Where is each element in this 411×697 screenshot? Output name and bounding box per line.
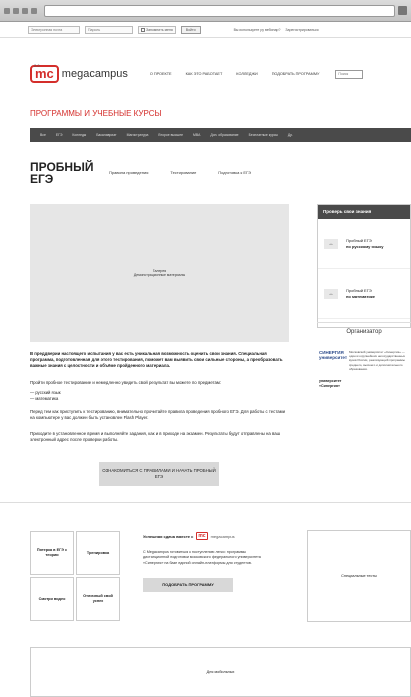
- video-placeholder[interactable]: Галерея Демонстрационные материалы: [30, 204, 289, 342]
- login-bar: Запомнить меня Войти Вы используете ру в…: [0, 22, 411, 38]
- about-block: Успешная сдача вместе с mc megacampus С …: [143, 532, 263, 592]
- page-title-line2: ЕГЭ: [30, 172, 54, 186]
- about-text: С Megacampus готовиться к поступлению ле…: [143, 550, 261, 565]
- category-item[interactable]: Второе высшее: [158, 133, 183, 137]
- page-title: ПРОБНЫЙ ЕГЭ: [30, 161, 93, 185]
- about-heading-text: Успешная сдача вместе с: [143, 533, 194, 539]
- section-title: ПРОГРАММЫ И УЧЕБНЫЕ КУРСЫ: [30, 109, 162, 118]
- subjects-list: — русский язык — математика: [30, 390, 288, 402]
- password-field[interactable]: [85, 25, 133, 34]
- mobile-box[interactable]: Для мобильных: [30, 647, 411, 697]
- sidebar-item-line2: по русскому языку: [346, 243, 384, 249]
- subnav-testing[interactable]: Тестирование: [170, 170, 196, 175]
- category-item[interactable]: Доп. образование: [210, 133, 238, 137]
- site-header: 2.0 mc megacampus О проекте Как это работ…: [30, 60, 411, 88]
- video-caption-2: Демонстрационные материалы: [133, 273, 186, 277]
- login-button[interactable]: Войти: [180, 25, 201, 34]
- logo-version: 2.0: [34, 63, 40, 68]
- home-icon[interactable]: [31, 7, 37, 14]
- nav-item-colleges[interactable]: Колледжи: [236, 72, 257, 76]
- special-tests-box[interactable]: Специальные тесты: [307, 530, 411, 622]
- choose-program-button[interactable]: ПОДОБРАТЬ ПРОГРАММУ: [143, 577, 233, 592]
- category-item[interactable]: MBA: [193, 133, 200, 137]
- sidebar-item-line2: по математике: [346, 293, 376, 299]
- section-divider: [0, 502, 411, 503]
- category-item[interactable]: Магистратура: [127, 133, 149, 137]
- about-heading: Успешная сдача вместе с mc megacampus: [143, 532, 263, 540]
- category-item[interactable]: Бесплатные курсы: [249, 133, 278, 137]
- arrow-icon: ↔: [324, 288, 338, 299]
- search-icon[interactable]: [398, 6, 407, 15]
- forward-icon[interactable]: [13, 7, 19, 14]
- remember-checkbox[interactable]: Запомнить меня: [138, 25, 176, 34]
- nav-item-choose[interactable]: Подобрать программу: [272, 72, 320, 76]
- back-icon[interactable]: [4, 7, 10, 14]
- remember-label: Запомнить меня: [146, 27, 173, 32]
- category-item[interactable]: Колледж: [72, 133, 86, 137]
- subject-item-label: русский язык: [35, 390, 61, 395]
- email-field[interactable]: [28, 25, 80, 34]
- sidebar-item-russian[interactable]: ↔ Пробный ЕГЭ по русскому языку: [318, 219, 410, 269]
- subject-item: — математика: [30, 396, 59, 401]
- start-test-button[interactable]: ОЗНАКОМИТЬСЯ С ПРАВИЛАМИ И НАЧАТЬ ПРОБНЫ…: [99, 462, 219, 486]
- logo-mark: 2.0 mc: [30, 63, 59, 83]
- category-bar: Все ЕГЭ Колледж Бакалавриат Магистратура…: [30, 128, 411, 142]
- test-sidebar: Проверь свои знания ↔ Пробный ЕГЭ по русс…: [317, 204, 411, 328]
- main-nav: О проекте Как это работает Колледжи Подо…: [150, 72, 320, 76]
- subnav-prep[interactable]: Подготовка к ЕГЭ: [218, 170, 251, 175]
- register-link[interactable]: Зарегистрироваться: [285, 28, 318, 32]
- logo-text: megacampus: [61, 68, 128, 80]
- forgot-link[interactable]: Вы используете ру вебинар?: [234, 28, 281, 32]
- rules-paragraph: Перед тем как приступить к тестированию,…: [30, 409, 285, 421]
- page-subnav: Правила проведения Тестирование Подготов…: [109, 170, 251, 175]
- category-item[interactable]: Др.: [288, 133, 293, 137]
- subject-item-label: математика: [35, 396, 59, 401]
- category-item[interactable]: Все: [40, 133, 46, 137]
- mini-logo: mc: [196, 532, 208, 540]
- feature-grid: Пятерка в ЕГЭ с теории Тренировка Смотри…: [30, 531, 120, 621]
- arrow-icon: ↔: [324, 238, 338, 249]
- organizer-label: университет «Синергия»: [319, 379, 342, 388]
- organizer-block: СИНЕРГИЯ университет Московский универси…: [319, 350, 409, 371]
- feature-cell[interactable]: Отличный свой успех: [76, 577, 120, 621]
- browser-chrome: [0, 0, 411, 22]
- sidebar-header: Проверь свои знания: [318, 205, 410, 219]
- subnav-rules[interactable]: Правила проведения: [109, 170, 148, 175]
- logo[interactable]: 2.0 mc megacampus: [30, 63, 128, 83]
- nav-item-how[interactable]: Как это работает: [186, 72, 223, 76]
- organizer-logo[interactable]: СИНЕРГИЯ университет: [319, 350, 347, 371]
- sidebar-item-line1: Пробный ЕГЭ: [346, 288, 372, 293]
- intro-paragraph: В преддверии настоящего испытания у вас …: [30, 351, 283, 369]
- organizer-description: Московский университет «Синергия» — один…: [349, 350, 405, 371]
- nav-item-about[interactable]: О проекте: [150, 72, 172, 76]
- feature-cell[interactable]: Тренировка: [76, 531, 120, 575]
- mini-brand: megacampus: [210, 533, 235, 539]
- category-item[interactable]: ЕГЭ: [56, 133, 63, 137]
- address-bar[interactable]: [44, 4, 395, 17]
- reload-icon[interactable]: [22, 7, 28, 14]
- search-input[interactable]: [335, 69, 364, 79]
- sidebar-item-text: Пробный ЕГЭ по математике: [346, 288, 375, 299]
- subjects-intro: Пройти пробное тестирование и немедленно…: [30, 380, 222, 385]
- checkbox-icon: [141, 27, 145, 32]
- schedule-paragraph: Приходите в установленное время и выполн…: [30, 431, 281, 443]
- feature-cell[interactable]: Пятерка в ЕГЭ с теории: [30, 531, 74, 575]
- organizer-title: Организатор: [317, 322, 411, 335]
- sidebar-item-math[interactable]: ↔ Пробный ЕГЭ по математике: [318, 269, 410, 319]
- feature-cell[interactable]: Смотри видео: [30, 577, 74, 621]
- sidebar-item-text: Пробный ЕГЭ по русскому языку: [346, 238, 383, 249]
- category-item[interactable]: Бакалавриат: [96, 133, 116, 137]
